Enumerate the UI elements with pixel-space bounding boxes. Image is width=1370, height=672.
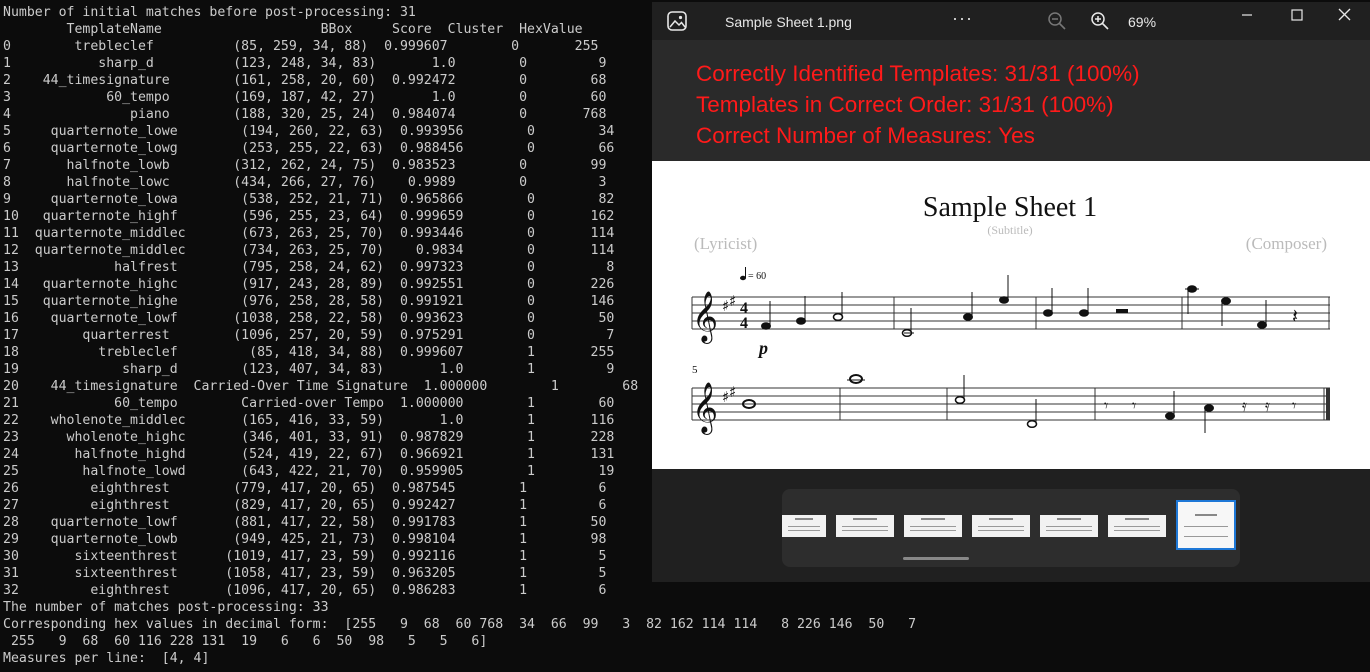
- results-summary: Correctly Identified Templates: 31/31 (1…: [696, 58, 1140, 151]
- close-button[interactable]: [1330, 4, 1360, 28]
- file-title: Sample Sheet 1.png: [725, 14, 852, 30]
- summary-line-measures: Correct Number of Measures: Yes: [696, 123, 1035, 148]
- eighth-rest-icon: 𝄾: [1132, 396, 1136, 415]
- thumbnail-item[interactable]: [836, 515, 894, 537]
- thumbnail-item[interactable]: [904, 515, 962, 537]
- sheet-title: Sample Sheet 1: [923, 192, 1097, 223]
- thumbnail-item[interactable]: [1108, 515, 1166, 537]
- thumbnail-item[interactable]: [972, 515, 1030, 537]
- sheet-lyricist: (Lyricist): [694, 234, 757, 253]
- quarter-rest-icon: 𝄽: [1292, 304, 1298, 328]
- time-signature-bottom: 4: [740, 315, 748, 332]
- staff-line-1: [691, 296, 1330, 330]
- zoom-out-button[interactable]: [1047, 11, 1067, 31]
- eighth-rest-icon: 𝄾: [1292, 396, 1296, 415]
- sixteenth-rest-icon: 𝄿: [1242, 396, 1247, 415]
- summary-line-templates: Correctly Identified Templates: 31/31 (1…: [696, 61, 1140, 86]
- sheet-composer: (Composer): [1246, 234, 1327, 253]
- sixteenth-rest-icon: 𝄿: [1265, 396, 1270, 415]
- sheet-music-image: Sample Sheet 1 (Subtitle) (Lyricist) (Co…: [652, 161, 1370, 469]
- tempo-text: = 60: [748, 271, 766, 282]
- summary-line-order: Templates in Correct Order: 31/31 (100%): [696, 92, 1114, 117]
- staff-1-notes: [761, 275, 1267, 338]
- maximize-button[interactable]: [1282, 4, 1312, 28]
- terminal-line: 32 eighthrest (1096, 417, 20, 65) 0.9862…: [3, 583, 607, 598]
- minimize-button[interactable]: [1232, 4, 1262, 28]
- thumbnail-item[interactable]: [1040, 515, 1098, 537]
- sheet-music-svg: Sample Sheet 1 (Subtitle) (Lyricist) (Co…: [691, 192, 1330, 435]
- image-dark-region: Correctly Identified Templates: 31/31 (1…: [652, 40, 1370, 161]
- terminal-line: 255 9 68 60 116 228 131 19 6 6 50 98 5 5…: [3, 634, 488, 649]
- filmstrip-scrollbar[interactable]: [903, 557, 969, 560]
- terminal-line: The number of matches post-processing: 3…: [3, 600, 329, 615]
- photos-app-icon: [667, 11, 687, 31]
- treble-clef-icon: 𝄞: [692, 382, 718, 435]
- thumbnail-item[interactable]: [782, 515, 826, 537]
- tempo-marking: = 60: [740, 267, 766, 282]
- sharp-icon: ♯: [729, 383, 736, 401]
- sharp-icon: ♯: [729, 292, 736, 310]
- sheet-subtitle: (Subtitle): [987, 223, 1032, 237]
- thumbnail-item[interactable]: [1176, 500, 1236, 550]
- terminal-line: Corresponding hex values in decimal form…: [3, 617, 917, 632]
- zoom-level[interactable]: 69%: [1128, 14, 1156, 30]
- eighth-rest-icon: 𝄾: [1104, 396, 1108, 415]
- measure-number: 5: [692, 364, 698, 376]
- terminal-line: Measures per line: [4, 4]: [3, 651, 210, 666]
- staff-line-2: [691, 387, 1330, 421]
- dynamic-marking: p: [757, 338, 768, 358]
- thumbnail-filmstrip[interactable]: [782, 489, 1240, 567]
- zoom-in-button[interactable]: [1090, 11, 1110, 31]
- more-options-button[interactable]: ···: [952, 8, 973, 29]
- viewer-titlebar[interactable]: Sample Sheet 1.png ··· 69%: [652, 2, 1370, 40]
- treble-clef-icon: 𝄞: [692, 291, 718, 344]
- photo-viewer-window[interactable]: Sample Sheet 1.png ··· 69% Correctly Ide…: [652, 2, 1370, 582]
